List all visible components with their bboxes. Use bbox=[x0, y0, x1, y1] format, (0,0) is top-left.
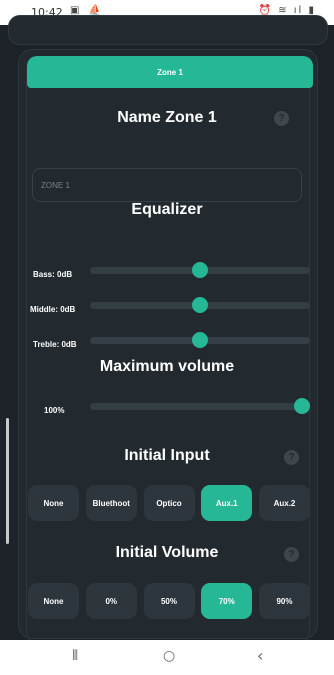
initial-volume-options: None 0% 50% 70% 90% bbox=[28, 583, 310, 619]
help-icon[interactable]: ? bbox=[274, 111, 289, 126]
eq-band-slider[interactable] bbox=[90, 297, 310, 313]
help-icon[interactable]: ? bbox=[284, 547, 299, 562]
system-nav-bar: ⦀ ○ ‹ bbox=[0, 640, 334, 675]
eq-band-label: Treble: 0dB bbox=[33, 340, 77, 349]
initial-input-options: None Bluethoot Optico Aux.1 Aux.2 bbox=[28, 485, 310, 521]
input-option-button[interactable]: Bluethoot bbox=[85, 485, 137, 521]
previous-zone-card bbox=[8, 15, 328, 45]
slider-thumb[interactable] bbox=[294, 398, 310, 414]
zone-name-input[interactable] bbox=[32, 168, 302, 202]
app-content: Zone 1 Name Zone 1 ? Equalizer Bass: 0dB… bbox=[0, 15, 334, 644]
eq-band-slider[interactable] bbox=[90, 332, 310, 348]
help-icon[interactable]: ? bbox=[284, 450, 299, 465]
volume-option-button[interactable]: 90% bbox=[259, 583, 310, 619]
maximum-volume-title: Maximum volume bbox=[99, 358, 235, 375]
equalizer-title: Equalizer bbox=[131, 201, 203, 218]
eq-band-label: Middle: 0dB bbox=[30, 305, 76, 314]
slider-thumb[interactable] bbox=[192, 332, 208, 348]
recent-apps-icon[interactable]: ⦀ bbox=[72, 648, 78, 664]
input-option-button[interactable]: Optico bbox=[143, 485, 195, 521]
maximum-volume-slider[interactable] bbox=[90, 398, 310, 414]
input-option-button[interactable]: Aux.2 bbox=[259, 485, 310, 521]
zone-header-tab[interactable]: Zone 1 bbox=[27, 56, 313, 88]
input-option-button[interactable]: None bbox=[28, 485, 79, 521]
home-icon[interactable]: ○ bbox=[163, 648, 175, 664]
maximum-volume-value: 100% bbox=[44, 406, 65, 415]
eq-band-slider[interactable] bbox=[90, 262, 310, 278]
volume-option-button[interactable]: 50% bbox=[143, 583, 195, 619]
eq-band-label: Bass: 0dB bbox=[33, 270, 73, 279]
slider-thumb[interactable] bbox=[192, 297, 208, 313]
volume-option-button[interactable]: 70% bbox=[201, 583, 253, 619]
input-option-button[interactable]: Aux.1 bbox=[201, 485, 253, 521]
edge-panel-handle[interactable] bbox=[6, 418, 9, 544]
volume-option-button[interactable]: None bbox=[28, 583, 79, 619]
back-icon[interactable]: ‹ bbox=[257, 646, 263, 665]
slider-thumb[interactable] bbox=[192, 262, 208, 278]
volume-option-button[interactable]: 0% bbox=[85, 583, 137, 619]
